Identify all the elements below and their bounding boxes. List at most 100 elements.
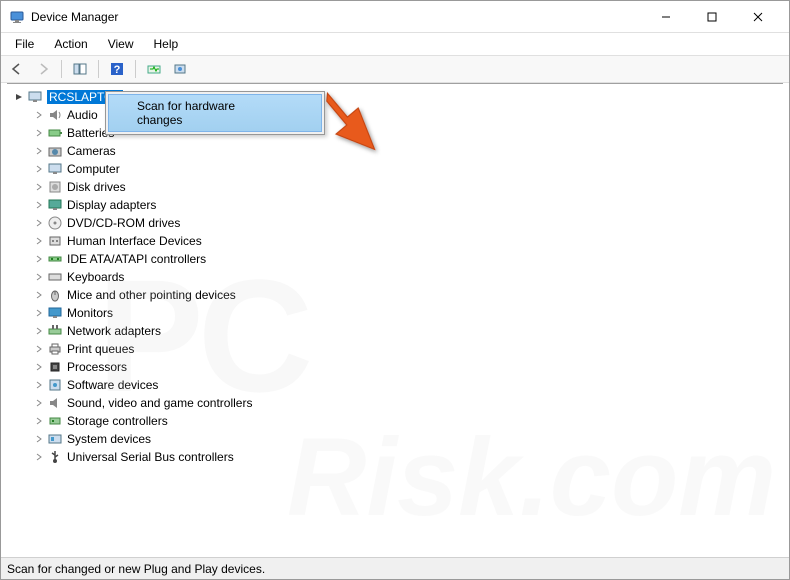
tree-node-dvd-cd-rom-drives[interactable]: DVD/CD-ROM drives	[11, 214, 783, 232]
disk-icon	[47, 179, 63, 195]
tree-node-network-adapters[interactable]: Network adapters	[11, 322, 783, 340]
tree-node-label: Processors	[67, 360, 127, 374]
context-menu-scan-hardware[interactable]: Scan for hardware changes	[108, 94, 322, 132]
tree-node-label: Display adapters	[67, 198, 156, 212]
app-icon	[9, 9, 25, 25]
tree-node-label: Audio	[67, 108, 98, 122]
menu-help[interactable]: Help	[144, 35, 189, 53]
tree-node-label: Storage controllers	[67, 414, 168, 428]
display-icon	[47, 197, 63, 213]
tree-node-display-adapters[interactable]: Display adapters	[11, 196, 783, 214]
back-button[interactable]	[5, 58, 29, 80]
tree-node-label: Disk drives	[67, 180, 126, 194]
tree-node-keyboards[interactable]: Keyboards	[11, 268, 783, 286]
tree-node-label: Monitors	[67, 306, 113, 320]
tree-node-software-devices[interactable]: Software devices	[11, 376, 783, 394]
tree-node-disk-drives[interactable]: Disk drives	[11, 178, 783, 196]
maximize-button[interactable]	[689, 2, 735, 32]
print-icon	[47, 341, 63, 357]
tree-node-label: Human Interface Devices	[67, 234, 202, 248]
sound-icon	[47, 395, 63, 411]
statusbar: Scan for changed or new Plug and Play de…	[1, 557, 789, 579]
expander-icon[interactable]	[33, 145, 45, 157]
network-icon	[47, 323, 63, 339]
expander-icon[interactable]	[33, 361, 45, 373]
tree-node-monitors[interactable]: Monitors	[11, 304, 783, 322]
mouse-icon	[47, 287, 63, 303]
tree-node-label: System devices	[67, 432, 151, 446]
tree-node-computer[interactable]: Computer	[11, 160, 783, 178]
processor-icon	[47, 359, 63, 375]
expander-icon[interactable]	[33, 199, 45, 211]
window-title: Device Manager	[31, 10, 643, 24]
tree-node-label: Universal Serial Bus controllers	[67, 450, 234, 464]
tree-node-label: Mice and other pointing devices	[67, 288, 236, 302]
device-tree[interactable]: PC Risk.com RCSLAPTOPAudioBatteriesCamer…	[7, 83, 783, 557]
audio-icon	[47, 107, 63, 123]
menu-action[interactable]: Action	[44, 35, 97, 53]
software-icon	[47, 377, 63, 393]
tree-node-cameras[interactable]: Cameras	[11, 142, 783, 160]
expander-icon[interactable]	[33, 307, 45, 319]
hid-icon	[47, 233, 63, 249]
expander-icon[interactable]	[33, 433, 45, 445]
expander-icon[interactable]	[33, 289, 45, 301]
expander-icon[interactable]	[33, 235, 45, 247]
svg-text:?: ?	[114, 64, 121, 76]
tree-node-label: DVD/CD-ROM drives	[67, 216, 180, 230]
minimize-button[interactable]	[643, 2, 689, 32]
tree-node-universal-serial-bus-controllers[interactable]: Universal Serial Bus controllers	[11, 448, 783, 466]
expander-icon[interactable]	[33, 271, 45, 283]
scan-hardware-button[interactable]	[142, 58, 166, 80]
dvd-icon	[47, 215, 63, 231]
tree-node-sound-video-and-game-controllers[interactable]: Sound, video and game controllers	[11, 394, 783, 412]
expander-icon[interactable]	[33, 217, 45, 229]
expander-icon[interactable]	[33, 325, 45, 337]
expander-icon[interactable]	[33, 397, 45, 409]
expander-icon[interactable]	[33, 451, 45, 463]
expander-icon[interactable]	[33, 379, 45, 391]
show-hide-tree-button[interactable]	[68, 58, 92, 80]
tree-node-storage-controllers[interactable]: Storage controllers	[11, 412, 783, 430]
help-button[interactable]: ?	[105, 58, 129, 80]
toolbar-separator	[61, 60, 62, 78]
expander-icon[interactable]	[33, 415, 45, 427]
expander-icon[interactable]	[33, 181, 45, 193]
expander-icon[interactable]	[33, 163, 45, 175]
expander-icon[interactable]	[13, 91, 25, 103]
computer-icon	[47, 161, 63, 177]
tree-node-mice-and-other-pointing-devices[interactable]: Mice and other pointing devices	[11, 286, 783, 304]
properties-button[interactable]	[168, 58, 192, 80]
camera-icon	[47, 143, 63, 159]
expander-icon[interactable]	[33, 127, 45, 139]
menu-view[interactable]: View	[98, 35, 144, 53]
storage-icon	[47, 413, 63, 429]
menu-file[interactable]: File	[5, 35, 44, 53]
expander-icon[interactable]	[33, 343, 45, 355]
menubar: File Action View Help	[1, 33, 789, 55]
monitor-icon	[47, 305, 63, 321]
titlebar: Device Manager	[1, 1, 789, 33]
close-button[interactable]	[735, 2, 781, 32]
statusbar-text: Scan for changed or new Plug and Play de…	[7, 562, 265, 576]
tree-node-human-interface-devices[interactable]: Human Interface Devices	[11, 232, 783, 250]
toolbar-separator	[98, 60, 99, 78]
computer-root-icon	[27, 89, 43, 105]
tree-node-label: Sound, video and game controllers	[67, 396, 252, 410]
forward-button[interactable]	[31, 58, 55, 80]
context-menu: Scan for hardware changes	[105, 91, 325, 135]
tree-node-label: Software devices	[67, 378, 158, 392]
tree-node-ide-ata-atapi-controllers[interactable]: IDE ATA/ATAPI controllers	[11, 250, 783, 268]
expander-icon[interactable]	[33, 109, 45, 121]
tree-node-label: Computer	[67, 162, 120, 176]
usb-icon	[47, 449, 63, 465]
tree-node-label: Print queues	[67, 342, 134, 356]
tree-node-system-devices[interactable]: System devices	[11, 430, 783, 448]
window-controls	[643, 2, 781, 32]
tree-node-label: Keyboards	[67, 270, 124, 284]
expander-icon[interactable]	[33, 253, 45, 265]
tree-node-processors[interactable]: Processors	[11, 358, 783, 376]
tree-node-print-queues[interactable]: Print queues	[11, 340, 783, 358]
device-manager-window: Device Manager File Action View Help ? P…	[0, 0, 790, 580]
system-icon	[47, 431, 63, 447]
